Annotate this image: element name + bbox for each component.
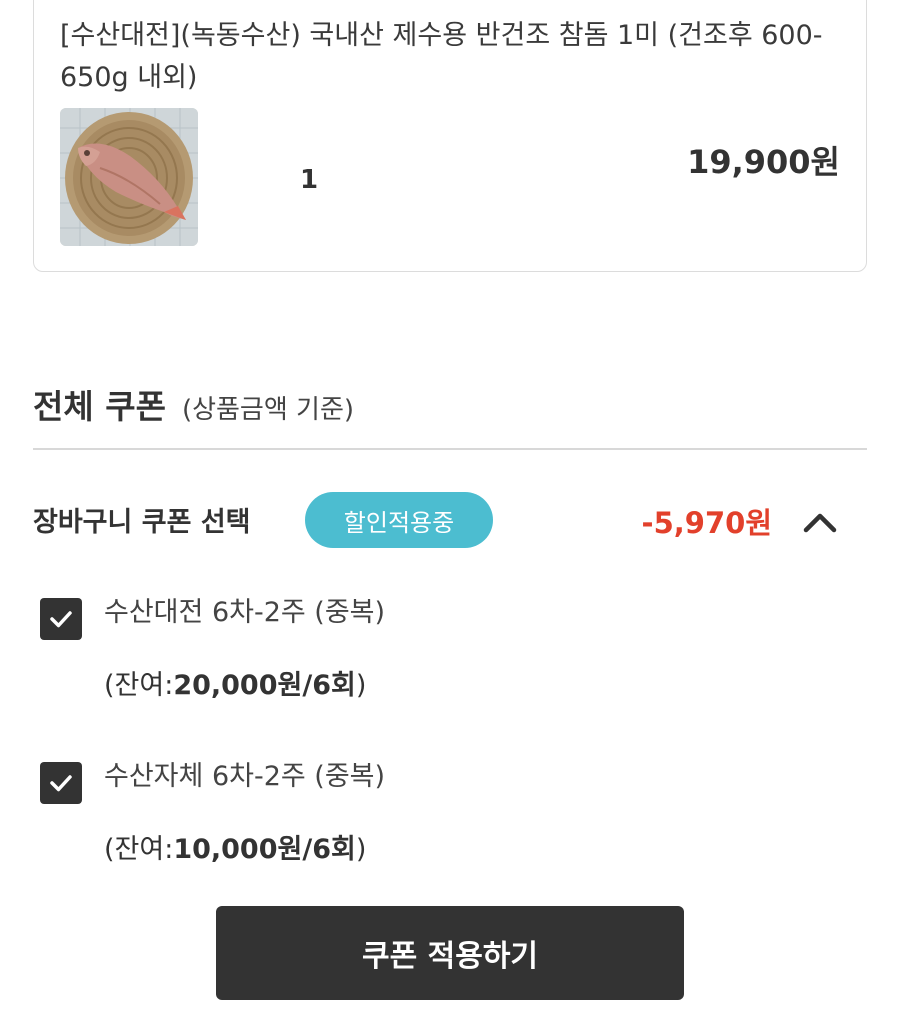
apply-coupon-button[interactable]: 쿠폰 적용하기 <box>216 906 684 1000</box>
coupon-name: 수산대전 6차-2주 (중복) <box>104 597 386 628</box>
coupon-section-title: 전체 쿠폰 <box>33 387 166 426</box>
discount-applied-badge: 할인적용중 <box>305 492 493 548</box>
coupon-section-subtitle: (상품금액 기준) <box>181 395 355 425</box>
coupon-checkbox[interactable] <box>40 762 82 804</box>
coupon-remaining-suffix: ) <box>355 834 367 865</box>
coupon-remaining-prefix: (잔여: <box>104 670 174 701</box>
coupon-section-heading: 전체 쿠폰 (상품금액 기준) <box>33 380 354 428</box>
section-divider <box>33 448 867 450</box>
check-icon <box>50 611 72 628</box>
product-title: [수산대전](녹동수산) 국내산 제수용 반건조 참돔 1미 (건조후 600-… <box>60 20 823 93</box>
chevron-up-icon[interactable] <box>800 502 840 542</box>
coupon-remaining-value: 20,000원/6회 <box>173 670 356 701</box>
product-quantity: 1 <box>300 165 319 195</box>
coupon-name: 수산자체 6차-2주 (중복) <box>104 761 386 792</box>
coupon-remaining: (잔여:10,000원/6회) <box>104 827 366 866</box>
cart-coupon-label: 장바구니 쿠폰 선택 <box>33 507 251 538</box>
discount-amount: -5,970원 <box>641 506 772 540</box>
coupon-remaining-prefix: (잔여: <box>104 834 174 865</box>
coupon-remaining-suffix: ) <box>355 670 367 701</box>
coupon-remaining: (잔여:20,000원/6회) <box>104 663 366 702</box>
coupon-checkbox[interactable] <box>40 598 82 640</box>
product-price: 19,900원 <box>687 143 840 181</box>
cart-product-card: [수산대전](녹동수산) 국내산 제수용 반건조 참돔 1미 (건조후 600-… <box>33 0 867 272</box>
coupon-remaining-value: 10,000원/6회 <box>173 834 356 865</box>
check-icon <box>50 775 72 792</box>
product-image[interactable] <box>60 108 198 246</box>
dried-red-snapper-photo-icon <box>60 108 198 246</box>
